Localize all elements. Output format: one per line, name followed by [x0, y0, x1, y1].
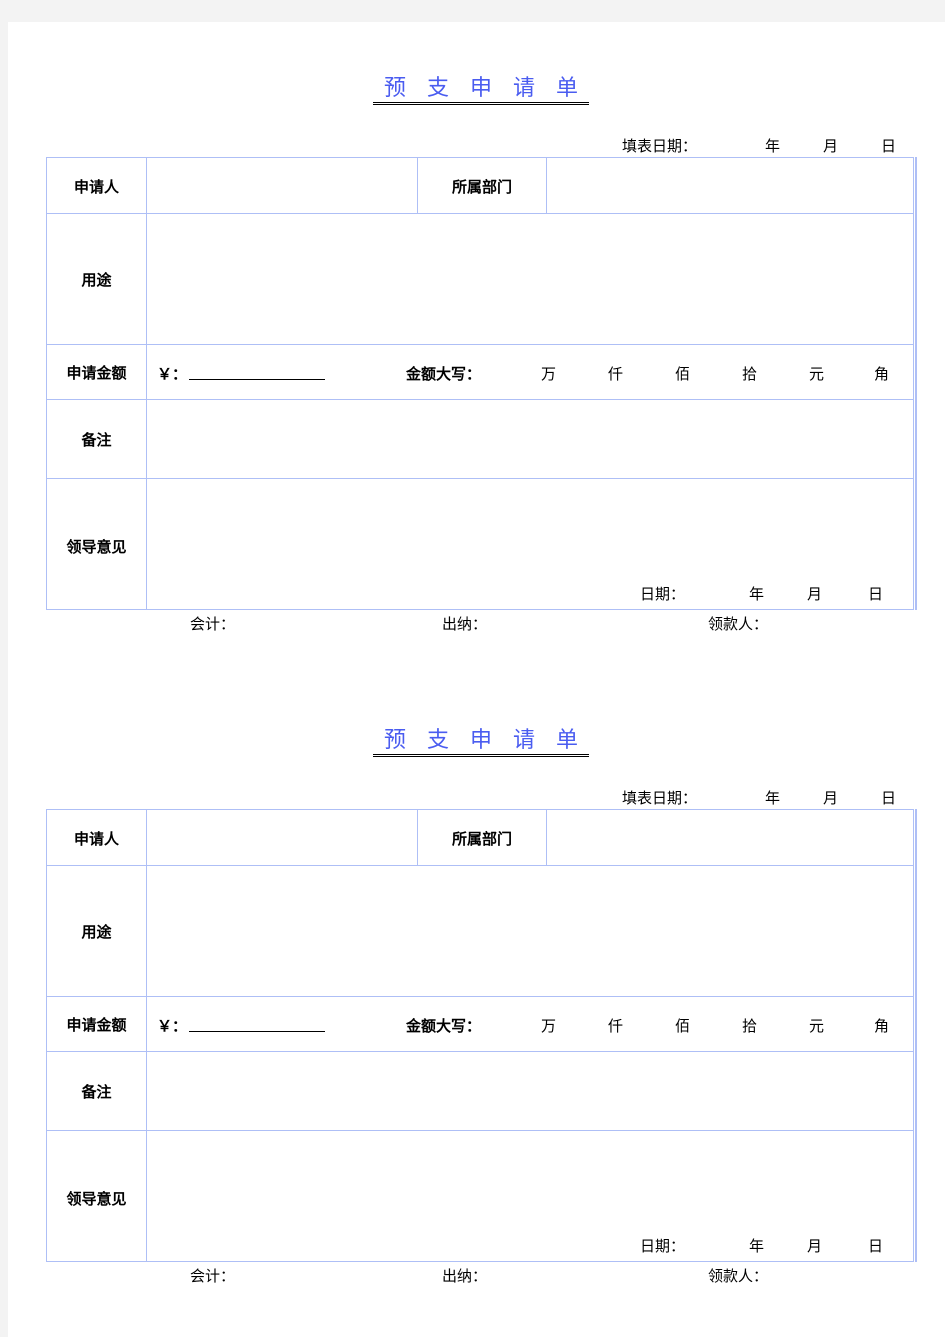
remarks-field[interactable]: [147, 1052, 913, 1130]
leader-date-year[interactable]: 年: [749, 1235, 764, 1256]
amount-upper-label: 金额大写：: [406, 1017, 482, 1035]
form-table: 申请人 所属部门 用途 申请金额 ￥： 金额大写： 万 仟 佰 拾 元 角 备注…: [46, 157, 917, 610]
advance-request-form: 预支申请单 填表日期： 年 月 日 申请人 所属部门 用途 申请金额 ￥： 金额…: [8, 22, 945, 642]
unit-shi: 拾: [742, 365, 758, 383]
applicant-label: 申请人: [73, 830, 119, 848]
row-divider: [47, 344, 913, 345]
unit-wan: 万: [541, 1017, 557, 1035]
applicant-field[interactable]: [147, 810, 417, 865]
fill-date-label: 填表日期：: [622, 789, 698, 807]
fill-date-month[interactable]: 月: [823, 787, 838, 808]
purpose-field[interactable]: [147, 214, 913, 344]
leader-date-label: 日期：: [640, 585, 686, 603]
cashier-label: 出纳：: [442, 1267, 488, 1285]
title-char: 预: [383, 76, 406, 101]
amount-upper-label: 金额大写：: [406, 365, 482, 383]
amount-label: 申请金额: [66, 364, 127, 382]
fill-date-year[interactable]: 年: [765, 787, 780, 808]
fill-date-label: 填表日期：: [622, 137, 698, 155]
recipient-label: 领款人：: [708, 1267, 769, 1285]
purpose-label: 用途: [81, 923, 112, 941]
department-label: 所属部门: [451, 178, 512, 196]
department-field[interactable]: [547, 158, 913, 213]
title-char: 单: [555, 728, 578, 753]
remarks-label: 备注: [81, 431, 112, 449]
title-char: 支: [426, 728, 449, 753]
leader-opinion-label: 领导意见: [66, 538, 127, 556]
table-border-double: [915, 809, 917, 1262]
title-char: 请: [512, 728, 535, 753]
form-title: 预支申请单: [373, 722, 589, 757]
currency-prefix: ￥：: [157, 365, 188, 383]
department-label: 所属部门: [451, 830, 512, 848]
fill-date-year[interactable]: 年: [765, 135, 780, 156]
accountant-label: 会计：: [190, 615, 236, 633]
accountant-label: 会计：: [190, 1267, 236, 1285]
leader-opinion-label: 领导意见: [66, 1190, 127, 1208]
title-char: 申: [469, 76, 492, 101]
document-page: 预支申请单 填表日期： 年 月 日 申请人 所属部门 用途 申请金额 ￥： 金额…: [8, 22, 945, 1337]
row-divider: [47, 996, 913, 997]
leader-opinion-field[interactable]: [147, 479, 913, 579]
advance-request-form: 预支申请单 填表日期： 年 月 日 申请人 所属部门 用途 申请金额 ￥： 金额…: [8, 674, 945, 1294]
unit-yuan: 元: [809, 1017, 825, 1035]
leader-date-label: 日期：: [640, 1237, 686, 1255]
fill-date-day[interactable]: 日: [881, 135, 896, 156]
unit-jiao: 角: [874, 365, 890, 383]
recipient-label: 领款人：: [708, 615, 769, 633]
amount-input-line[interactable]: [189, 379, 325, 380]
remarks-label: 备注: [81, 1083, 112, 1101]
remarks-field[interactable]: [147, 400, 913, 478]
purpose-label: 用途: [81, 271, 112, 289]
table-border-double: [915, 157, 917, 610]
leader-date-day[interactable]: 日: [868, 583, 883, 604]
unit-qian: 仟: [608, 365, 624, 383]
unit-shi: 拾: [742, 1017, 758, 1035]
purpose-field[interactable]: [147, 866, 913, 996]
unit-bai: 佰: [675, 365, 691, 383]
department-field[interactable]: [547, 810, 913, 865]
applicant-label: 申请人: [73, 178, 119, 196]
form-title: 预支申请单: [373, 70, 589, 105]
currency-prefix: ￥：: [157, 1017, 188, 1035]
cashier-label: 出纳：: [442, 615, 488, 633]
form-table: 申请人 所属部门 用途 申请金额 ￥： 金额大写： 万 仟 佰 拾 元 角 备注…: [46, 809, 917, 1262]
title-char: 单: [555, 76, 578, 101]
leader-date-year[interactable]: 年: [749, 583, 764, 604]
unit-bai: 佰: [675, 1017, 691, 1035]
title-char: 预: [383, 728, 406, 753]
leader-date-month[interactable]: 月: [807, 1235, 822, 1256]
leader-date-day[interactable]: 日: [868, 1235, 883, 1256]
amount-input-line[interactable]: [189, 1031, 325, 1032]
leader-date-month[interactable]: 月: [807, 583, 822, 604]
title-char: 申: [469, 728, 492, 753]
unit-wan: 万: [541, 365, 557, 383]
title-char: 请: [512, 76, 535, 101]
title-char: 支: [426, 76, 449, 101]
unit-qian: 仟: [608, 1017, 624, 1035]
leader-opinion-field[interactable]: [147, 1131, 913, 1231]
unit-jiao: 角: [874, 1017, 890, 1035]
applicant-field[interactable]: [147, 158, 417, 213]
fill-date-month[interactable]: 月: [823, 135, 838, 156]
fill-date-day[interactable]: 日: [881, 787, 896, 808]
unit-yuan: 元: [809, 365, 825, 383]
amount-label: 申请金额: [66, 1016, 127, 1034]
